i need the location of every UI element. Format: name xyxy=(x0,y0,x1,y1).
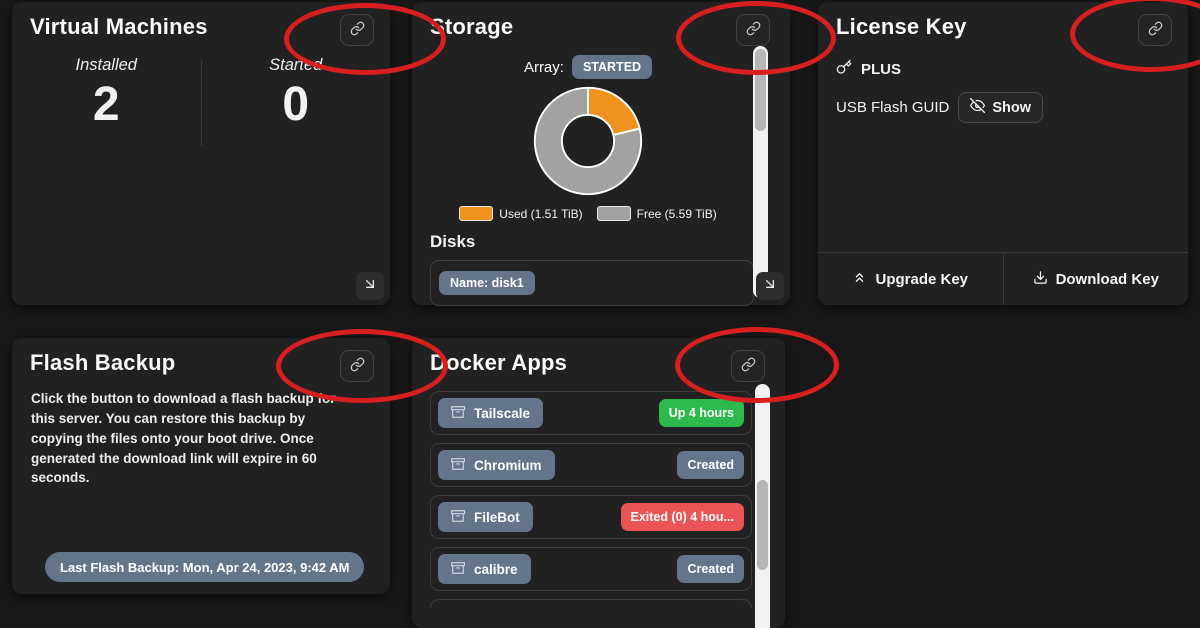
docker-app-name: Chromium xyxy=(474,458,542,473)
storage-resize-handle[interactable] xyxy=(756,272,784,300)
download-key-label: Download Key xyxy=(1056,271,1159,288)
link-icon xyxy=(746,21,761,39)
eye-off-icon xyxy=(970,98,985,117)
arrow-down-right-icon xyxy=(762,276,778,297)
donut-used-slice xyxy=(588,88,640,135)
docker-app-row: FileBot Exited (0) 4 hou... xyxy=(430,495,752,539)
last-flash-backup-badge: Last Flash Backup: Mon, Apr 24, 2023, 9:… xyxy=(45,552,364,582)
download-icon xyxy=(1033,270,1048,289)
docker-scrollbar-thumb[interactable] xyxy=(757,480,768,570)
virtual-machines-card: Virtual Machines Installed 2 Started 0 xyxy=(12,2,390,305)
legend-used-swatch xyxy=(459,206,493,221)
container-icon xyxy=(451,561,465,578)
docker-app-status-badge: Created xyxy=(677,555,744,583)
vm-resize-handle[interactable] xyxy=(356,272,384,300)
docker-app-name: calibre xyxy=(474,562,518,577)
flash-backup-link-button[interactable] xyxy=(340,350,374,382)
show-guid-button[interactable]: Show xyxy=(958,92,1043,123)
docker-apps-list: Tailscale Up 4 hours Chromium Created Fi… xyxy=(430,391,752,608)
chevrons-up-icon xyxy=(852,270,867,289)
link-icon xyxy=(1148,21,1163,39)
guid-label: USB Flash GUID xyxy=(836,99,949,116)
container-icon xyxy=(451,405,465,422)
docker-app-row: Tailscale Up 4 hours xyxy=(430,391,752,435)
docker-app-status-badge: Up 4 hours xyxy=(659,399,744,427)
flash-backup-card: Flash Backup Click the button to downloa… xyxy=(12,338,390,594)
arrow-down-right-icon xyxy=(362,276,378,297)
docker-app-row: Chromium Created xyxy=(430,443,752,487)
disks-heading: Disks xyxy=(430,232,790,252)
storage-link-button[interactable] xyxy=(736,14,770,46)
docker-app-status-badge: Exited (0) 4 hou... xyxy=(621,503,745,531)
docker-app-tailscale[interactable]: Tailscale xyxy=(438,398,543,428)
docker-app-chromium[interactable]: Chromium xyxy=(438,450,555,480)
license-key-link-button[interactable] xyxy=(1138,14,1172,46)
license-key-title: License Key xyxy=(836,14,967,40)
link-icon xyxy=(741,357,756,375)
disk-name-badge: Name: disk1 xyxy=(439,271,535,295)
docker-app-calibre[interactable]: calibre xyxy=(438,554,531,584)
vm-started-label: Started xyxy=(202,56,391,75)
storage-scrollbar-thumb[interactable] xyxy=(755,49,766,131)
legend-free-swatch xyxy=(597,206,631,221)
docker-app-name: Tailscale xyxy=(474,406,530,421)
disk-row: Name: disk1 xyxy=(430,260,754,306)
link-icon xyxy=(350,357,365,375)
docker-app-row-partial xyxy=(430,599,752,608)
vm-installed-value: 2 xyxy=(12,81,201,129)
docker-app-filebot[interactable]: FileBot xyxy=(438,502,533,532)
storage-card: Storage Array: STARTED Used (1.51 TiB) F… xyxy=(412,2,790,305)
link-icon xyxy=(350,21,365,39)
container-icon xyxy=(451,457,465,474)
license-tier-label: PLUS xyxy=(861,61,901,78)
docker-apps-link-button[interactable] xyxy=(731,350,765,382)
docker-app-name: FileBot xyxy=(474,510,520,525)
flash-backup-description: Click the button to download a flash bac… xyxy=(31,389,350,488)
array-status-badge: STARTED xyxy=(572,55,652,79)
license-key-card: License Key PLUS USB Flash GUID Show Upg… xyxy=(818,2,1188,305)
virtual-machines-link-button[interactable] xyxy=(340,14,374,46)
docker-app-row: calibre Created xyxy=(430,547,752,591)
array-label: Array: xyxy=(524,59,564,76)
donut-legend: Used (1.51 TiB) Free (5.59 TiB) xyxy=(412,206,764,221)
storage-donut-chart xyxy=(412,83,764,204)
key-icon xyxy=(836,59,852,79)
show-button-label: Show xyxy=(992,100,1031,116)
vm-started-value: 0 xyxy=(202,81,391,129)
docker-apps-card: Docker Apps Tailscale Up 4 hours Chromiu… xyxy=(412,338,785,628)
upgrade-key-label: Upgrade Key xyxy=(875,271,968,288)
flash-backup-title: Flash Backup xyxy=(30,350,175,376)
vm-installed-column: Installed 2 xyxy=(12,56,201,146)
upgrade-key-button[interactable]: Upgrade Key xyxy=(818,253,1003,305)
virtual-machines-title: Virtual Machines xyxy=(30,14,208,40)
legend-used-label: Used (1.51 TiB) xyxy=(499,207,582,221)
vm-installed-label: Installed xyxy=(12,56,201,75)
legend-free-label: Free (5.59 TiB) xyxy=(637,207,717,221)
container-icon xyxy=(451,509,465,526)
docker-app-status-badge: Created xyxy=(677,451,744,479)
download-key-button[interactable]: Download Key xyxy=(1003,253,1189,305)
docker-apps-title: Docker Apps xyxy=(430,350,567,376)
storage-title: Storage xyxy=(430,14,513,40)
vm-started-column: Started 0 xyxy=(202,56,391,146)
